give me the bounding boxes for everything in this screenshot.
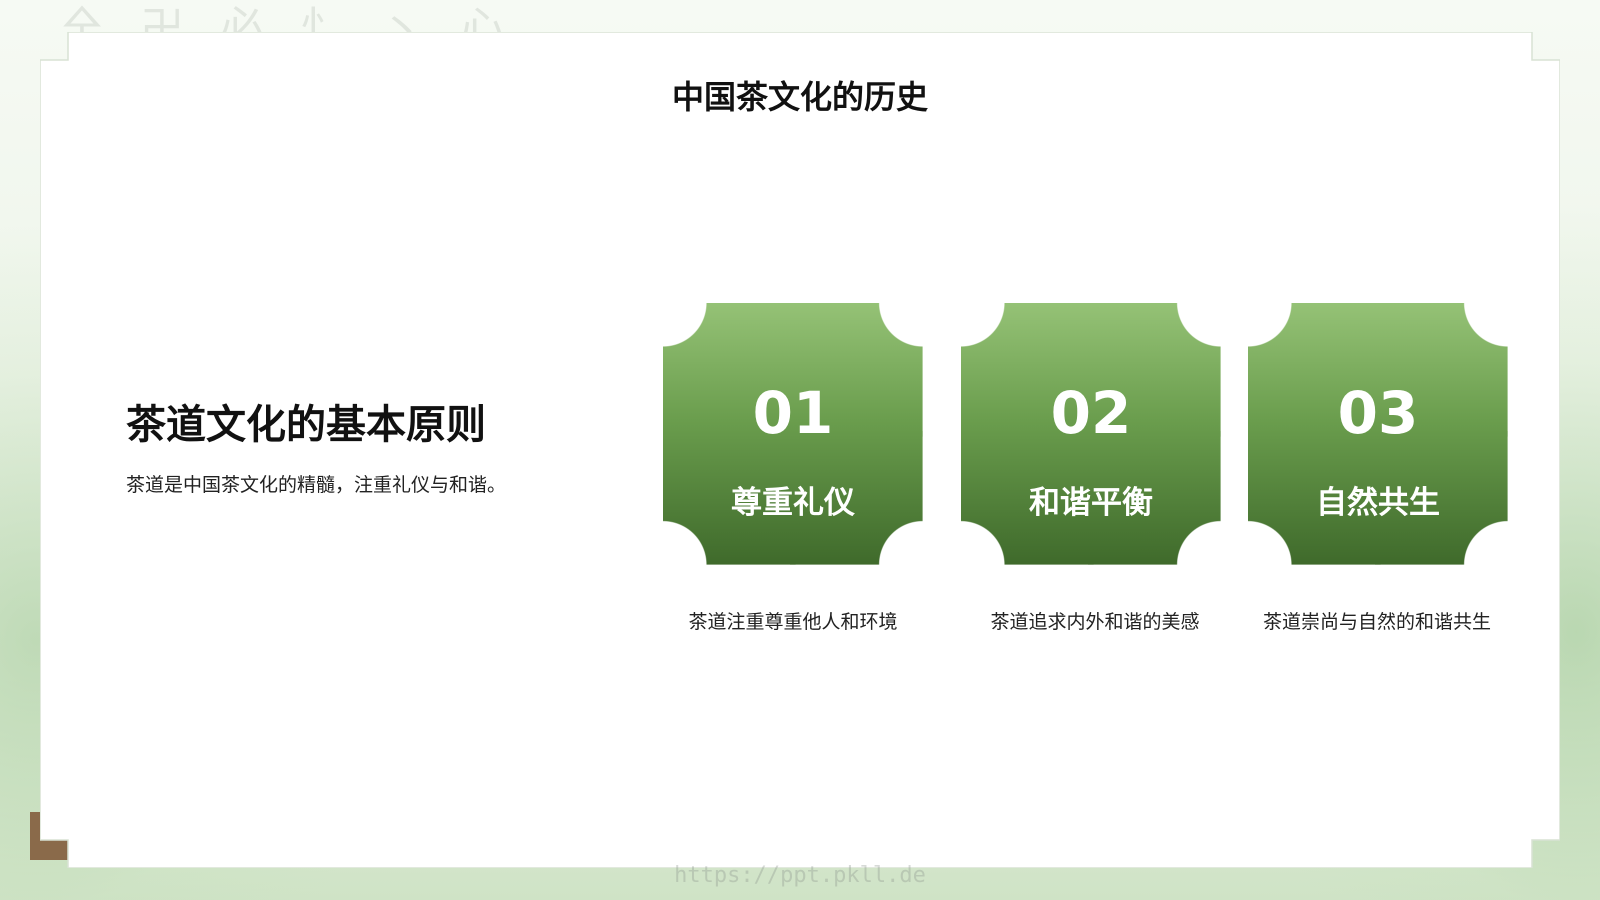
- slide: 㐃卍必忄丶心 中国茶文化的历史 茶道文化的基本原则 茶道是中国茶文化的精髓，注重…: [0, 0, 1600, 900]
- principle-card-2: 02 和谐平衡: [961, 303, 1221, 565]
- card-caption-3: 茶道崇尚与自然的和谐共生: [1262, 611, 1491, 633]
- card-number: 02: [1050, 379, 1132, 447]
- section-title: 茶道文化的基本原则: [126, 402, 486, 448]
- section-description: 茶道是中国茶文化的精髓，注重礼仪与和谐。: [126, 474, 507, 496]
- watermark-url: https://ppt.pkll.de: [674, 863, 926, 888]
- card-label: 和谐平衡: [1029, 485, 1153, 521]
- card-label: 自然共生: [1316, 485, 1440, 521]
- page-title: 中国茶文化的历史: [671, 78, 928, 116]
- card-caption-2: 茶道追求内外和谐的美感: [990, 611, 1200, 633]
- card-number: 03: [1337, 379, 1419, 447]
- card-caption-1: 茶道注重尊重他人和环境: [688, 611, 898, 633]
- card-number: 01: [752, 379, 834, 447]
- principle-card-1: 01 尊重礼仪: [663, 303, 923, 565]
- card-label: 尊重礼仪: [731, 485, 855, 521]
- principle-card-3: 03 自然共生: [1248, 303, 1508, 565]
